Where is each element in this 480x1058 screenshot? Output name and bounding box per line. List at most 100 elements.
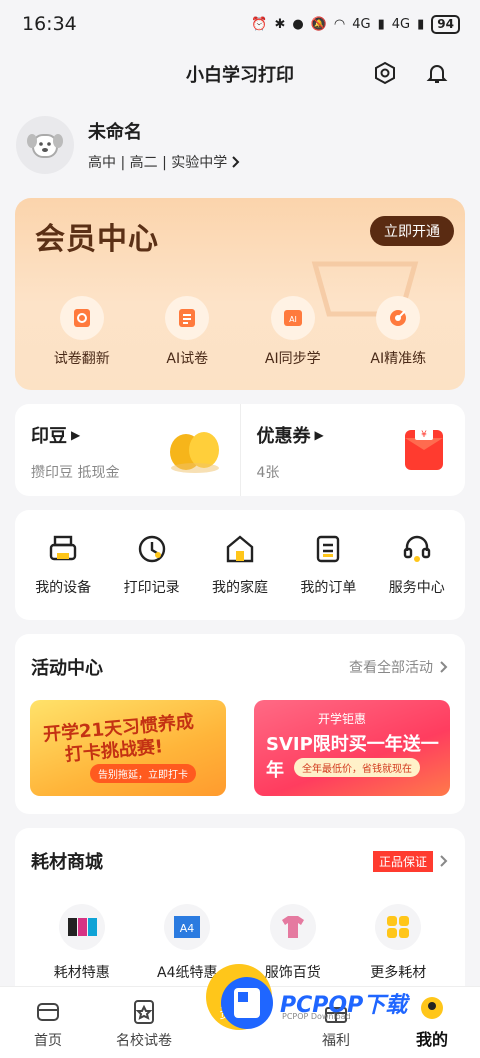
my-devices-button[interactable]: 我的设备 xyxy=(20,533,106,597)
chevron-right-icon xyxy=(440,661,448,673)
signal-label-1: 4G xyxy=(352,16,371,32)
signal-icon: ▮ xyxy=(377,16,385,32)
member-item-label: AI精准练 xyxy=(370,351,427,367)
my-family-button[interactable]: 我的家庭 xyxy=(197,533,283,597)
banner-pill: 告别拖延，立即打卡 xyxy=(90,764,196,783)
ai-target-icon xyxy=(376,296,421,340)
clock-icon xyxy=(138,535,165,563)
apparel-button[interactable]: 服饰百货 xyxy=(248,904,338,982)
top-bar: 小白学习打印 xyxy=(0,48,480,100)
ai-sync-icon: AI xyxy=(270,296,315,340)
genuine-guarantee-badge: 正品保证 xyxy=(372,850,433,872)
coupon-entry[interactable]: 优惠券 ▶ 4张 ¥ xyxy=(239,404,466,496)
watermark-subtext: PCPOP Download xyxy=(282,1012,351,1021)
red-envelope-icon: ¥ xyxy=(405,426,443,470)
svg-text:A4: A4 xyxy=(180,922,195,935)
activity-center-title: 活动中心 xyxy=(31,658,103,679)
signal-icon: ▮ xyxy=(417,16,425,32)
alarm-icon: ⏰ xyxy=(251,16,268,32)
status-icons: ⏰ ✱ ● 🔕 ◠ 4G ▮ 4G ▮ 94 xyxy=(251,14,460,34)
tab-famous-school-papers[interactable]: 名校试卷 xyxy=(104,998,184,1050)
status-bar: 16:34 ⏰ ✱ ● 🔕 ◠ 4G ▮ 4G ▮ 94 xyxy=(0,0,480,48)
tab-label: 福利 xyxy=(322,1033,350,1049)
profile-name: 未命名 xyxy=(88,122,142,143)
svg-text:AI: AI xyxy=(289,315,297,324)
service-center-button[interactable]: 服务中心 xyxy=(374,533,460,597)
tab-label: 名校试卷 xyxy=(116,1033,172,1049)
printer-icon xyxy=(49,535,77,561)
tools-card: 我的设备 打印记录 我的家庭 我的订单 服务中心 xyxy=(15,510,465,620)
ink-cartridge-icon xyxy=(58,904,105,950)
ai-paper-icon xyxy=(165,296,210,340)
a4-paper-icon: A4 xyxy=(164,904,211,950)
avatar[interactable] xyxy=(16,116,74,174)
paper-star-icon xyxy=(134,1000,154,1024)
member-item-label: AI试卷 xyxy=(166,351,209,367)
paper-refresh-icon xyxy=(59,296,104,340)
page-title: 小白学习打印 xyxy=(186,65,294,86)
member-center-title: 会员中心 xyxy=(35,222,159,257)
battery-indicator: 94 xyxy=(431,14,460,34)
status-time: 16:34 xyxy=(22,13,77,35)
notification-button[interactable] xyxy=(422,58,452,88)
svg-text:¥: ¥ xyxy=(421,430,427,440)
location-icon: ● xyxy=(292,16,304,32)
view-all-label: 查看全部活动 xyxy=(349,660,433,676)
coupon-title: 优惠券 xyxy=(256,426,311,447)
banner-title: 开学21天习惯养成 打卡挑战赛! xyxy=(42,712,196,769)
home-tab-icon xyxy=(37,1003,59,1021)
watermark: PCPOP下载 PCPOP Download xyxy=(220,976,407,1030)
tab-home[interactable]: 首页 xyxy=(8,998,88,1050)
habit-challenge-banner[interactable]: 开学21天习惯养成 打卡挑战赛! 告别拖延，立即打卡 xyxy=(30,700,226,796)
print-beans-entry[interactable]: 印豆 ▶ 攒印豆 抵现金 xyxy=(15,404,240,496)
caret-right-icon: ▶ xyxy=(71,428,81,442)
mute-icon: 🔕 xyxy=(310,16,327,32)
headset-icon xyxy=(403,535,430,562)
gold-bean-icon xyxy=(169,432,219,473)
bluetooth-icon: ✱ xyxy=(274,16,286,32)
order-icon xyxy=(317,535,340,563)
profile-school-info: 高中 | 高二 | 实验中学 xyxy=(88,155,228,171)
print-beans-title: 印豆 xyxy=(31,426,67,447)
profile-tab-icon xyxy=(421,997,443,1019)
bell-icon xyxy=(426,65,448,83)
tool-label: 我的订单 xyxy=(300,580,357,596)
tool-label: 我的设备 xyxy=(35,580,92,596)
tab-label: 我的 xyxy=(415,1030,448,1049)
shop-item-label: 耗材特惠 xyxy=(53,965,110,981)
more-supplies-button[interactable]: 更多耗材 xyxy=(353,904,443,982)
view-all-activities-link[interactable]: 查看全部活动 xyxy=(349,657,449,677)
member-item-ai-paper[interactable]: AI试卷 xyxy=(142,296,232,368)
profile-info[interactable]: 高中 | 高二 | 实验中学 xyxy=(88,152,241,172)
member-item-ai-sync[interactable]: AI AI同步学 xyxy=(248,296,338,368)
svip-promo-banner[interactable]: 开学钜惠 SVIP限时买一年送一年 全年最低价，省钱就现在 xyxy=(254,700,450,796)
wifi-icon: ◠ xyxy=(333,16,346,32)
chevron-right-icon xyxy=(440,855,448,867)
my-orders-button[interactable]: 我的订单 xyxy=(285,533,371,597)
print-history-button[interactable]: 打印记录 xyxy=(109,533,195,597)
profile-section[interactable]: 未命名 高中 | 高二 | 实验中学 xyxy=(0,100,480,190)
supplies-mall-title: 耗材商城 xyxy=(31,852,103,873)
points-card: 印豆 ▶ 攒印豆 抵现金 优惠券 ▶ 4张 ¥ xyxy=(15,404,465,496)
shop-item-label: A4纸特惠 xyxy=(157,965,218,981)
tool-label: 打印记录 xyxy=(123,580,180,596)
supplies-deal-button[interactable]: 耗材特惠 xyxy=(37,904,127,982)
tool-label: 我的家庭 xyxy=(211,580,268,596)
member-item-label: AI同步学 xyxy=(264,351,321,367)
activity-center-card: 活动中心 查看全部活动 开学21天习惯养成 打卡挑战赛! 告别拖延，立即打卡 开… xyxy=(15,634,465,814)
member-item-paper-refresh[interactable]: 试卷翻新 xyxy=(37,296,127,368)
tab-label: 首页 xyxy=(34,1033,62,1049)
supplies-mall-more[interactable]: 正品保证 xyxy=(372,850,449,872)
caret-right-icon: ▶ xyxy=(314,428,324,442)
grid-icon xyxy=(375,904,422,950)
member-center-card: 会员中心 立即开通 试卷翻新 AI试卷 AI AI同步学 AI精准练 xyxy=(15,198,465,390)
member-item-label: 试卷翻新 xyxy=(53,351,110,367)
banner-pill: 全年最低价，省钱就现在 xyxy=(294,758,420,777)
tool-label: 服务中心 xyxy=(388,580,445,596)
pcpop-logo-icon xyxy=(221,977,273,1029)
settings-button[interactable] xyxy=(370,58,400,88)
banner-tag: 开学钜惠 xyxy=(318,712,367,726)
open-membership-button[interactable]: 立即开通 xyxy=(370,216,454,246)
member-item-ai-target[interactable]: AI精准练 xyxy=(353,296,443,368)
chevron-right-icon xyxy=(232,156,240,168)
